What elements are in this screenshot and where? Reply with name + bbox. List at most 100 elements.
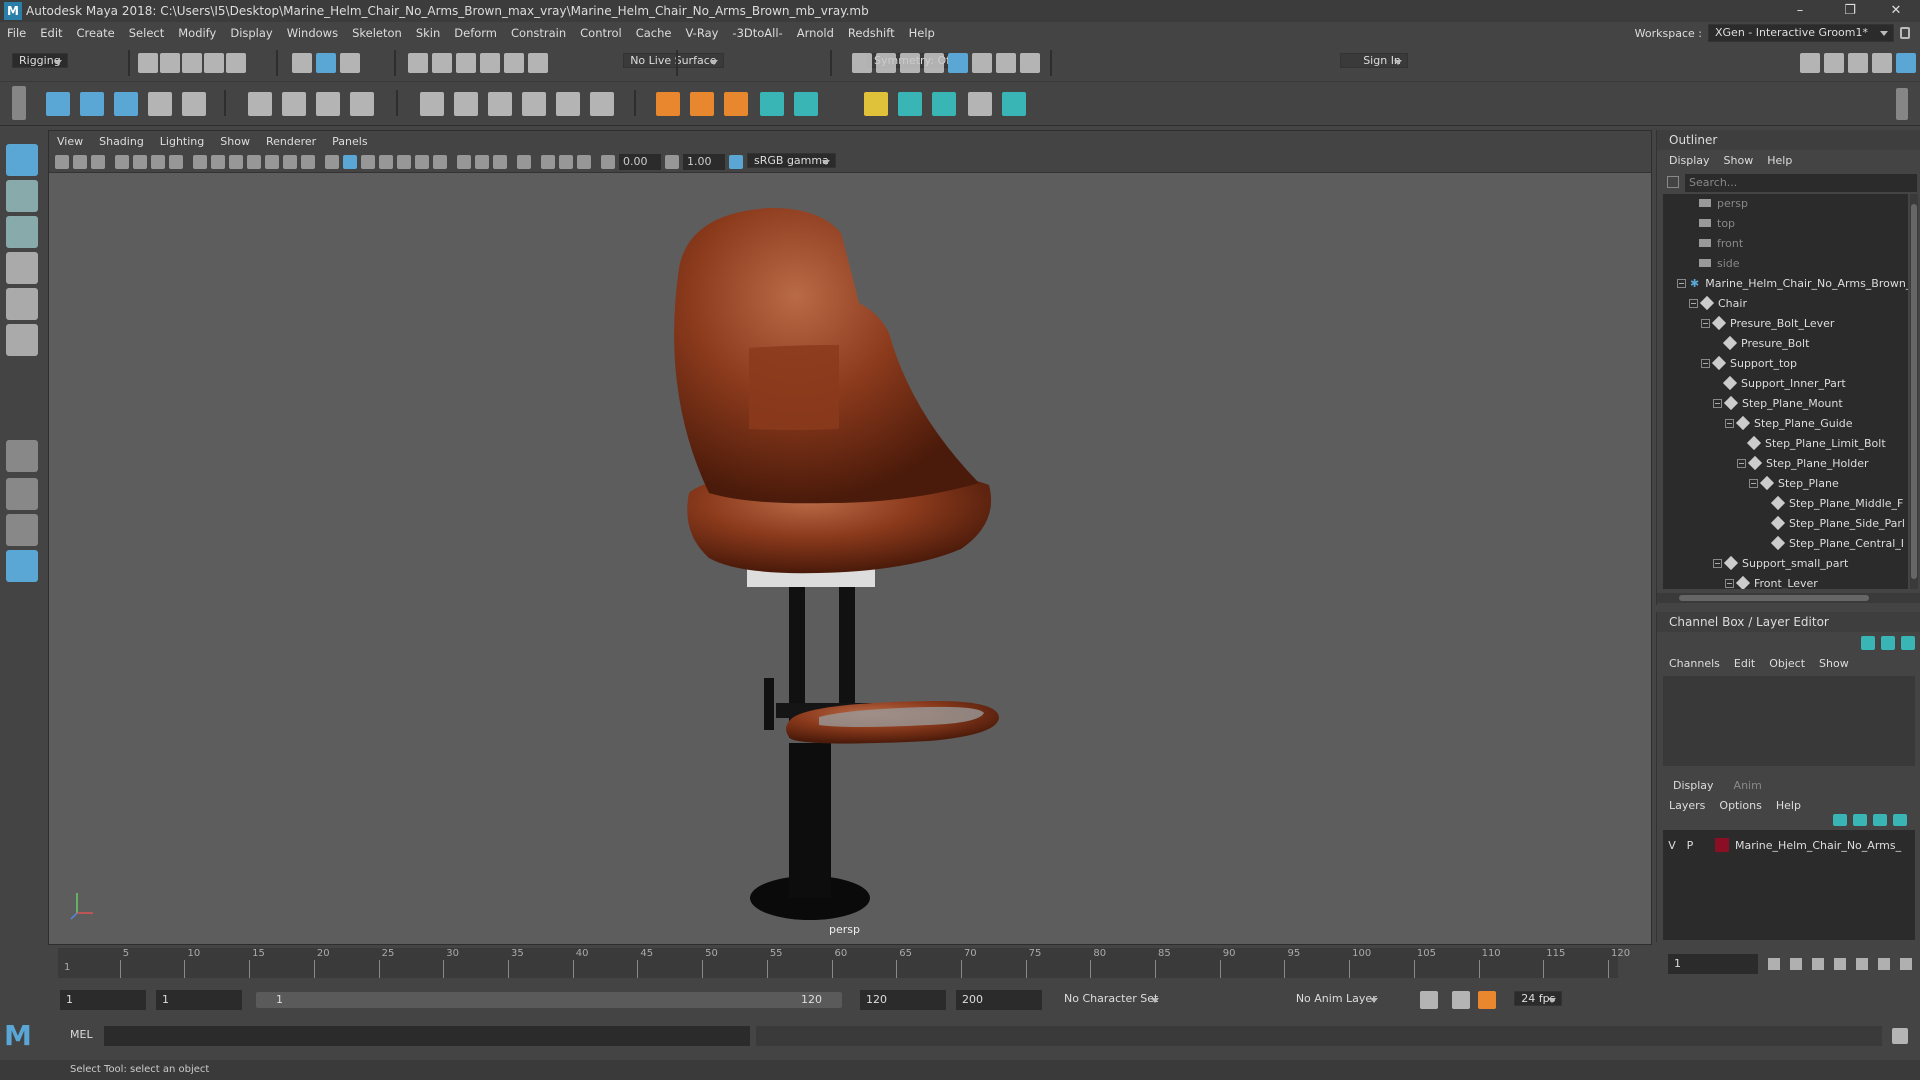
- layer-menu-help[interactable]: Help: [1776, 799, 1801, 812]
- blend-shape-icon[interactable]: [898, 92, 922, 116]
- lock-icon[interactable]: [1900, 27, 1910, 39]
- resolution-gate-icon[interactable]: [229, 155, 243, 169]
- menu-3dtoall[interactable]: -3DtoAll-: [725, 26, 789, 40]
- outliner-menu-help[interactable]: Help: [1767, 154, 1792, 167]
- channel-box-icon-2[interactable]: [1881, 636, 1895, 650]
- viewport-canvas[interactable]: [49, 173, 1651, 944]
- ik-spline-icon[interactable]: [114, 92, 138, 116]
- snap-point-icon[interactable]: [456, 53, 476, 73]
- color-management-icon[interactable]: [729, 155, 743, 169]
- channel-box-icon-3[interactable]: [1901, 636, 1915, 650]
- collapse-icon[interactable]: [1713, 399, 1722, 408]
- menu-redshift[interactable]: Redshift: [841, 26, 902, 40]
- lasso-tool-icon[interactable]: [6, 180, 38, 212]
- channel-box-icon-1[interactable]: [1861, 636, 1875, 650]
- viewport-menu-view[interactable]: View: [49, 135, 91, 148]
- menu-edit[interactable]: Edit: [33, 26, 69, 40]
- aim-constraint-icon[interactable]: [454, 92, 478, 116]
- current-frame-field[interactable]: 1: [1668, 954, 1758, 974]
- snap-grid-icon[interactable]: [408, 53, 428, 73]
- parent-constraint-icon[interactable]: [556, 92, 580, 116]
- move-tool-icon[interactable]: [6, 252, 38, 284]
- anti-aliasing-icon[interactable]: [493, 155, 507, 169]
- menu-vray[interactable]: V-Ray: [678, 26, 725, 40]
- vray-ipr-icon[interactable]: [996, 53, 1016, 73]
- isolate-select-icon[interactable]: [517, 155, 531, 169]
- outliner-item-root[interactable]: ✱ Marine_Helm_Chair_No_Arms_Brown_: [1677, 274, 1908, 294]
- outliner-item-step-plane-mount[interactable]: Step_Plane_Mount: [1713, 394, 1843, 414]
- orient-joint-icon[interactable]: [182, 92, 206, 116]
- menu-set-dropdown[interactable]: Rigging: [12, 53, 68, 68]
- shelf-scroll-icon[interactable]: [1896, 88, 1908, 120]
- wireframe-icon[interactable]: [325, 155, 339, 169]
- collapse-icon[interactable]: [1677, 279, 1686, 288]
- motion-blur-icon[interactable]: [475, 155, 489, 169]
- outliner-vertical-scrollbar[interactable]: [1910, 194, 1918, 589]
- menu-modify[interactable]: Modify: [171, 26, 223, 40]
- mel-label[interactable]: MEL: [70, 1028, 93, 1041]
- pause-render-icon[interactable]: [1020, 53, 1040, 73]
- layout-single-icon[interactable]: [6, 440, 38, 472]
- menu-control[interactable]: Control: [573, 26, 629, 40]
- layer-move-up-icon[interactable]: [1833, 814, 1847, 826]
- outliner-item-support-inner-part[interactable]: Support_Inner_Part: [1722, 374, 1846, 394]
- scene-start-field[interactable]: 1: [60, 990, 146, 1010]
- auto-key-icon[interactable]: [1452, 991, 1470, 1009]
- outliner-item-persp[interactable]: persp: [1699, 194, 1748, 214]
- outliner-item-presure-bolt-lever[interactable]: Presure_Bolt_Lever: [1701, 314, 1834, 334]
- new-scene-icon[interactable]: [138, 53, 158, 73]
- hik-skeleton-icon[interactable]: [690, 92, 714, 116]
- character-controls-icon[interactable]: [794, 92, 818, 116]
- go-to-start-icon[interactable]: [1768, 958, 1780, 970]
- step-back-frame-icon[interactable]: [1790, 958, 1802, 970]
- select-hierarchy-icon[interactable]: [292, 53, 312, 73]
- outliner-item-support-small-part[interactable]: Support_small_part: [1713, 554, 1848, 574]
- quick-rig-icon[interactable]: [760, 92, 784, 116]
- gamma-icon[interactable]: [665, 155, 679, 169]
- shelf-tabs-icon[interactable]: [12, 86, 26, 120]
- shadows-icon[interactable]: [433, 155, 447, 169]
- live-surface-field[interactable]: No Live Surface: [623, 53, 724, 68]
- outliner-menu-show[interactable]: Show: [1724, 154, 1754, 167]
- locator-icon[interactable]: [656, 92, 680, 116]
- collapse-icon[interactable]: [1749, 479, 1758, 488]
- outliner-item-front-lever[interactable]: Front_Lever: [1725, 574, 1818, 589]
- viewport-menu-shading[interactable]: Shading: [91, 135, 152, 148]
- xray-joints-icon[interactable]: [559, 155, 573, 169]
- select-component-icon[interactable]: [340, 53, 360, 73]
- safe-title-icon[interactable]: [301, 155, 315, 169]
- outliner-item-presure-bolt[interactable]: Presure_Bolt: [1722, 334, 1809, 354]
- grease-pencil-icon[interactable]: [169, 155, 183, 169]
- field-chart-icon[interactable]: [265, 155, 279, 169]
- maximize-button[interactable]: ❐: [1830, 0, 1870, 22]
- channel-menu-channels[interactable]: Channels: [1669, 657, 1720, 670]
- image-plane-icon[interactable]: [133, 155, 147, 169]
- time-ruler[interactable]: 1 5 10 15 20 25 30 35 40 45 50 55 60 65 70 75 80 85 90 95 1…: [58, 948, 1630, 978]
- outliner-item-step-plane-middle[interactable]: Step_Plane_Middle_F: [1770, 494, 1903, 514]
- outliner-horizontal-scrollbar[interactable]: [1657, 593, 1920, 603]
- camera-attributes-icon[interactable]: [91, 155, 105, 169]
- grid-icon[interactable]: [193, 155, 207, 169]
- collapse-icon[interactable]: [1737, 459, 1746, 468]
- layer-visibility-toggle[interactable]: V: [1663, 839, 1681, 852]
- outliner-item-step-plane-limit-bolt[interactable]: Step_Plane_Limit_Bolt: [1746, 434, 1886, 454]
- outliner-item-step-plane-holder[interactable]: Step_Plane_Holder: [1737, 454, 1869, 474]
- layer-playback-toggle[interactable]: P: [1681, 839, 1699, 852]
- layer-move-down-icon[interactable]: [1853, 814, 1867, 826]
- textured-icon[interactable]: [397, 155, 411, 169]
- viewport-menu-renderer[interactable]: Renderer: [258, 135, 324, 148]
- fps-dropdown[interactable]: 24 fps: [1514, 991, 1563, 1006]
- play-forwards-icon[interactable]: [1856, 958, 1868, 970]
- tool-settings-icon[interactable]: [1848, 53, 1868, 73]
- paint-weights-icon[interactable]: [282, 92, 306, 116]
- render-view-icon[interactable]: [852, 53, 872, 73]
- use-all-lights-icon[interactable]: [415, 155, 429, 169]
- layer-row[interactable]: V P Marine_Helm_Chair_No_Arms_: [1663, 836, 1915, 854]
- exposure-icon[interactable]: [601, 155, 615, 169]
- channel-menu-edit[interactable]: Edit: [1734, 657, 1755, 670]
- render-settings-icon[interactable]: [924, 53, 944, 73]
- joint-tool-icon[interactable]: [46, 92, 70, 116]
- collapse-icon[interactable]: [1725, 419, 1734, 428]
- exposure-field[interactable]: 0.00: [619, 154, 661, 170]
- channel-box-area[interactable]: [1663, 676, 1915, 766]
